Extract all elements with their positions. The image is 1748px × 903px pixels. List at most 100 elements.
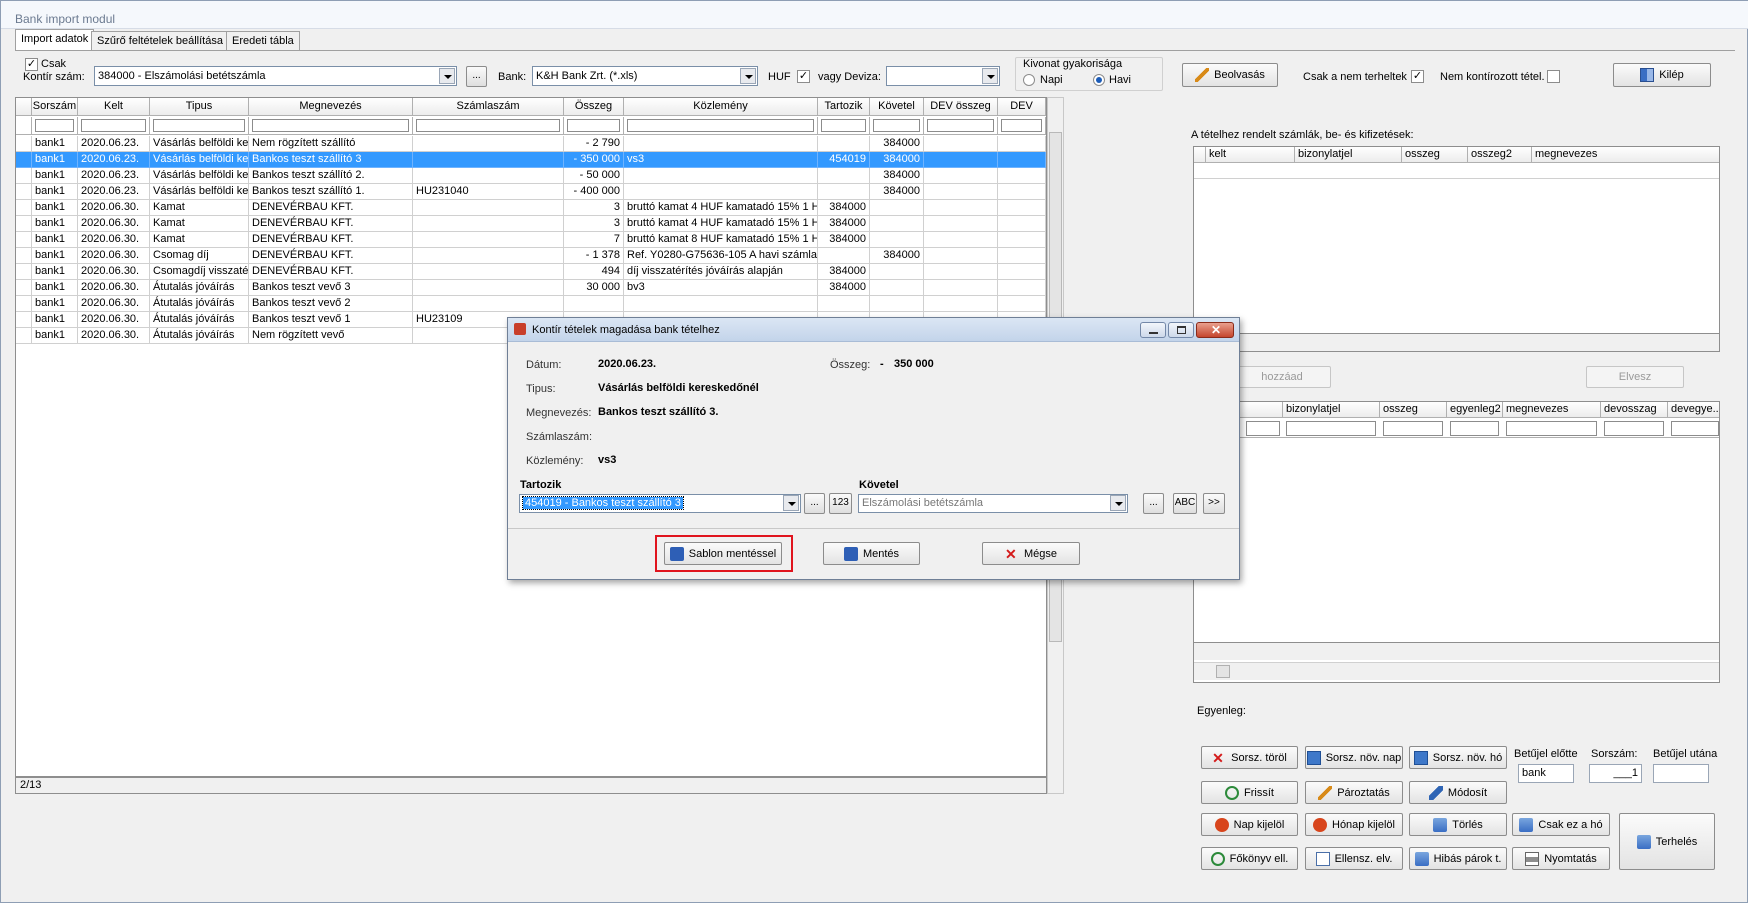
filter-cell[interactable]: [870, 117, 924, 135]
filter-cell[interactable]: [150, 117, 249, 135]
column-header[interactable]: Megnevezés: [249, 98, 413, 116]
col-bizonylatjel[interactable]: bizonylatjel: [1295, 147, 1402, 163]
sorsz-nov-ho-button[interactable]: Sorsz. növ. hó: [1409, 746, 1507, 769]
row-indicator[interactable]: [16, 136, 32, 152]
filter-input[interactable]: [873, 119, 920, 132]
filter-input[interactable]: [1246, 421, 1280, 436]
filter-input[interactable]: [1286, 421, 1376, 436]
paroztatas-button[interactable]: Pároztatás: [1305, 781, 1403, 804]
sorsz-torol-button[interactable]: ✕ Sorsz. töröl: [1201, 746, 1298, 769]
elvesz-button[interactable]: Elvesz: [1586, 366, 1684, 388]
chevron-down-icon[interactable]: [982, 68, 998, 84]
filter-cell[interactable]: [924, 117, 998, 135]
col-egyenleg2[interactable]: egyenleg2: [1447, 402, 1503, 418]
column-header[interactable]: Tartozik: [818, 98, 870, 116]
filter-cell[interactable]: [998, 117, 1046, 135]
close-icon[interactable]: ✕: [1196, 322, 1234, 338]
table-row[interactable]: bank1 2020.06.23. Vásárlás belföldi kere Ba…: [16, 168, 1046, 184]
column-header[interactable]: DEV: [998, 98, 1046, 116]
filter-cell[interactable]: [564, 117, 624, 135]
nem-kontirozott-checkbox[interactable]: [1547, 70, 1560, 83]
filter-input[interactable]: [567, 119, 620, 132]
mentes-button[interactable]: Mentés: [823, 542, 920, 565]
filter-input[interactable]: [927, 119, 994, 132]
modosit-button[interactable]: Módosít: [1409, 781, 1507, 804]
assigned-grid[interactable]: kelt bizonylatjel osszeg osszeg2 megneve…: [1193, 146, 1720, 352]
col-osszeg2[interactable]: osszeg2: [1468, 147, 1532, 163]
row-indicator[interactable]: [16, 296, 32, 312]
col-kelt[interactable]: kelt: [1206, 147, 1295, 163]
next-button[interactable]: >>: [1203, 493, 1225, 514]
lower-grid[interactable]: bizonylatjel osszeg egyenleg2 megnevezes…: [1193, 401, 1720, 683]
betujel-elotte-input[interactable]: bank: [1518, 764, 1574, 783]
lower-filter-row[interactable]: [1194, 418, 1719, 438]
deviza-select[interactable]: [886, 66, 1000, 86]
filter-input[interactable]: [1450, 421, 1499, 436]
nap-kijelol-button[interactable]: Nap kijelöl: [1201, 813, 1298, 836]
sorszam-input[interactable]: ___1: [1589, 764, 1642, 783]
row-indicator[interactable]: [16, 248, 32, 264]
csak-ez-a-ho-button[interactable]: Csak ez a hó: [1512, 813, 1610, 836]
filter-input[interactable]: [627, 119, 814, 132]
col-osszeg[interactable]: osszeg: [1402, 147, 1468, 163]
csak-checkbox[interactable]: ✓: [25, 58, 38, 71]
filter-cell[interactable]: [818, 117, 870, 135]
column-header[interactable]: Kelt: [78, 98, 150, 116]
kontir-browse-button[interactable]: ...: [466, 66, 487, 87]
column-header[interactable]: Számlaszám: [413, 98, 564, 116]
tartozik-browse-button[interactable]: ...: [804, 493, 825, 514]
col-megnevezes[interactable]: megnevezes: [1532, 147, 1719, 163]
havi-radio[interactable]: [1093, 74, 1105, 86]
tartozik-select[interactable]: 454019 - Bankos teszt szállító 3: [519, 494, 801, 513]
csak-nem-terheltek-checkbox[interactable]: ✓: [1411, 70, 1424, 83]
horizontal-scrollbar[interactable]: [1194, 662, 1719, 680]
scroll-thumb[interactable]: [1216, 665, 1230, 678]
column-header[interactable]: Összeg: [564, 98, 624, 116]
nyomtatas-button[interactable]: Nyomtatás: [1512, 847, 1610, 870]
table-row[interactable]: bank1 2020.06.30. Csomagdíj visszatérí DENE…: [16, 264, 1046, 280]
col-megnevezes-2[interactable]: megnevezes: [1503, 402, 1601, 418]
betujel-utana-input[interactable]: [1653, 764, 1709, 783]
filter-input[interactable]: [153, 119, 245, 132]
fokonyv-ell-button[interactable]: Főkönyv ell.: [1201, 847, 1298, 870]
filter-cell[interactable]: [32, 117, 78, 135]
table-row[interactable]: bank1 2020.06.30. Kamat DENEVÉRBAU KFT. 3 bru…: [16, 200, 1046, 216]
filter-input[interactable]: [1604, 421, 1664, 436]
minimize-icon[interactable]: [1140, 322, 1166, 338]
column-header[interactable]: Sorszám: [32, 98, 78, 116]
napi-radio[interactable]: [1023, 74, 1035, 86]
row-indicator[interactable]: [16, 200, 32, 216]
chevron-down-icon[interactable]: [439, 68, 455, 84]
frissit-button[interactable]: Frissít: [1201, 781, 1298, 804]
filter-input[interactable]: [1001, 119, 1042, 132]
sorsz-nov-nap-button[interactable]: Sorsz. növ. nap: [1305, 746, 1403, 769]
row-indicator[interactable]: [16, 152, 32, 168]
filter-cell[interactable]: [249, 117, 413, 135]
hibas-parok-button[interactable]: Hibás párok t.: [1409, 847, 1507, 870]
honap-kijelol-button[interactable]: Hónap kijelöl: [1305, 813, 1403, 836]
filter-cell[interactable]: [78, 117, 150, 135]
table-row[interactable]: bank1 2020.06.23. Vásárlás belföldi kere Ba…: [16, 184, 1046, 200]
row-indicator[interactable]: [16, 184, 32, 200]
kontir-select[interactable]: 384000 - Elszámolási betétszámla: [94, 66, 457, 86]
chevron-down-icon[interactable]: [1110, 495, 1126, 511]
filter-input[interactable]: [416, 119, 560, 132]
kovetel-select[interactable]: Elszámolási betétszámla: [858, 494, 1128, 513]
row-indicator[interactable]: [16, 168, 32, 184]
column-header[interactable]: Követel: [870, 98, 924, 116]
torles-button[interactable]: Törlés: [1409, 813, 1507, 836]
table-row[interactable]: bank1 2020.06.30. Csomag díj DENEVÉRBAU KFT…: [16, 248, 1046, 264]
filter-cell[interactable]: [413, 117, 564, 135]
table-row[interactable]: bank1 2020.06.23. Vásárlás belföldi kere Ne…: [16, 136, 1046, 152]
filter-input[interactable]: [252, 119, 409, 132]
filter-input[interactable]: [35, 119, 74, 132]
col-devegyenleg[interactable]: devegye...: [1668, 402, 1719, 418]
tab-eredeti-tabla[interactable]: Eredeti tábla: [226, 31, 300, 50]
table-row[interactable]: bank1 2020.06.30. Kamat DENEVÉRBAU KFT. 7 bru…: [16, 232, 1046, 248]
col-osszeg-2[interactable]: osszeg: [1380, 402, 1447, 418]
hozzaad-button[interactable]: hozzáad: [1233, 366, 1331, 388]
tab-szuro-feltetelek[interactable]: Szűrő feltételek beállítása: [91, 31, 229, 50]
ellensz-elv-button[interactable]: Ellensz. elv.: [1305, 847, 1403, 870]
huf-checkbox[interactable]: ✓: [797, 70, 810, 83]
table-row[interactable]: bank1 2020.06.30. Átutalás jóváírás Bankos …: [16, 280, 1046, 296]
